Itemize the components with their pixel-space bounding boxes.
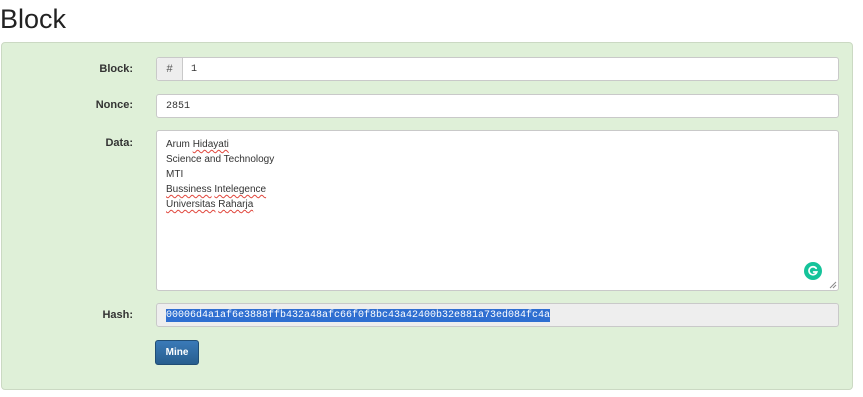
hash-field[interactable]: 00006d4a1af6e3888ffb432a48afc66f0f8bc43a…	[156, 303, 839, 327]
mine-button[interactable]: Mine	[155, 340, 199, 365]
data-line: Science and Technology	[166, 154, 275, 165]
resize-handle-icon[interactable]	[828, 280, 837, 289]
data-line: MTI	[166, 169, 184, 180]
grammarly-icon[interactable]	[804, 262, 822, 280]
block-input[interactable]: # 1	[156, 57, 839, 81]
data-line: Bussiness Intelegence	[166, 184, 267, 195]
nonce-input[interactable]: 2851	[156, 94, 839, 118]
page-title: Block	[0, 4, 67, 34]
hash-value: 00006d4a1af6e3888ffb432a48afc66f0f8bc43a…	[166, 309, 551, 322]
block-label: Block:	[99, 63, 133, 75]
data-line: Universitas Raharja	[166, 199, 254, 210]
data-text: Arum Hidayati Science and Technology MTI…	[166, 137, 274, 212]
hash-label: Hash:	[102, 309, 133, 321]
data-textarea[interactable]: Arum Hidayati Science and Technology MTI…	[156, 130, 839, 291]
data-line: Arum Hidayati	[166, 139, 229, 150]
block-prefix: #	[157, 58, 183, 80]
data-label: Data:	[105, 137, 133, 149]
nonce-label: Nonce:	[95, 99, 133, 111]
nonce-value: 2851	[166, 101, 191, 112]
block-value: 1	[191, 64, 198, 75]
